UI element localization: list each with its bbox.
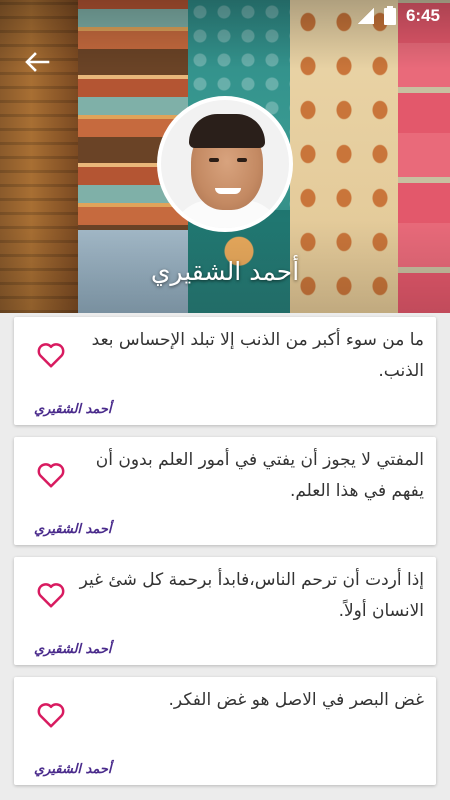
- heart-outline-icon[interactable]: [36, 701, 66, 729]
- author-name: أحمد الشقيري: [150, 257, 300, 286]
- status-bar: 6:45: [0, 0, 450, 32]
- quote-author[interactable]: أحمد الشقيري: [34, 402, 112, 417]
- signal-icon: [357, 8, 374, 24]
- quote-text: ما من سوء أكبر من الذنب إلا تبلد الإحساس…: [91, 330, 424, 381]
- quote-author[interactable]: أحمد الشقيري: [34, 762, 112, 777]
- header-banner: 6:45 أحمد الشقيري: [0, 0, 450, 313]
- quote-text: غض البصر في الاصل هو غض الفكر.: [168, 690, 424, 710]
- quote-card[interactable]: إذا أردت أن ترحم الناس،فابدأ برحمة كل شئ…: [14, 557, 436, 665]
- heart-outline-icon[interactable]: [36, 581, 66, 609]
- back-button[interactable]: [18, 44, 56, 80]
- heart-outline-icon[interactable]: [36, 461, 66, 489]
- arrow-back-icon: [25, 52, 50, 72]
- status-time: 6:45: [405, 6, 440, 25]
- quote-author[interactable]: أحمد الشقيري: [34, 642, 112, 657]
- quote-card[interactable]: ما من سوء أكبر من الذنب إلا تبلد الإحساس…: [14, 317, 436, 425]
- quote-text: إذا أردت أن ترحم الناس،فابدأ برحمة كل شئ…: [79, 570, 424, 621]
- quote-card[interactable]: المفتي لا يجوز أن يفتي في أمور العلم بدو…: [14, 437, 436, 545]
- quote-text: المفتي لا يجوز أن يفتي في أمور العلم بدو…: [95, 450, 424, 501]
- quote-card[interactable]: غض البصر في الاصل هو غض الفكر. أحمد الشق…: [14, 677, 436, 785]
- heart-outline-icon[interactable]: [36, 341, 66, 369]
- quote-author[interactable]: أحمد الشقيري: [34, 522, 112, 537]
- avatar: [157, 96, 293, 232]
- battery-icon: [383, 5, 396, 25]
